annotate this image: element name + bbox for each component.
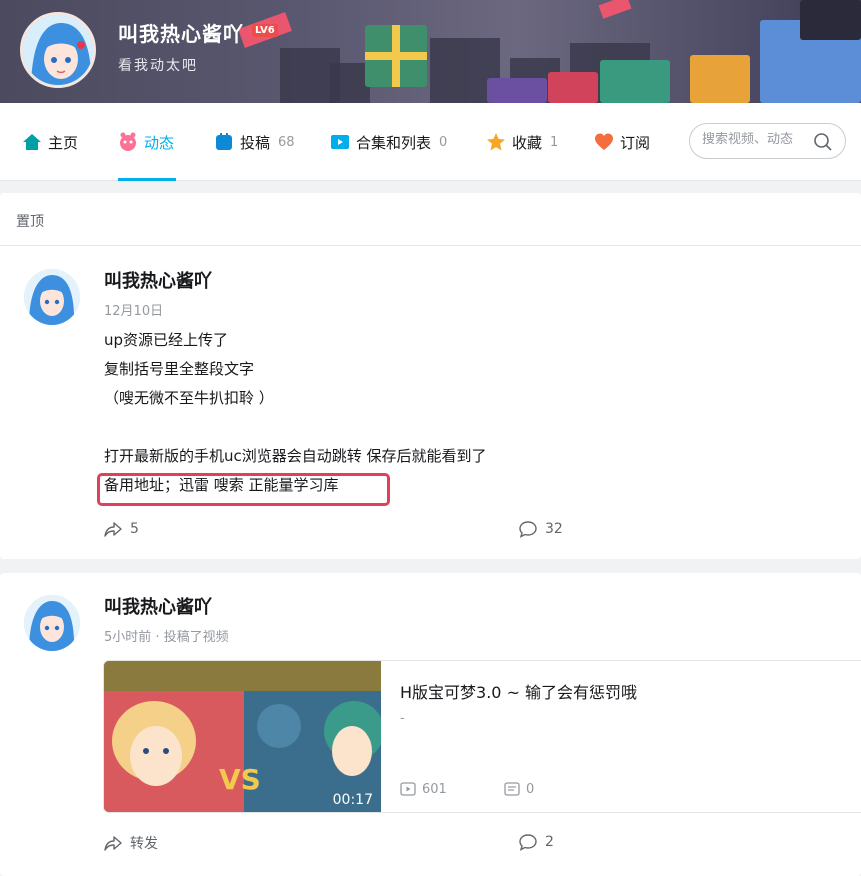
video-duration: 00:17	[332, 792, 373, 808]
post-meta: 5小时前 · 投稿了视频	[104, 630, 229, 645]
share-label: 转发	[130, 836, 158, 852]
tab-count: 1	[550, 134, 559, 150]
tab-subscriptions[interactable]: 订阅	[594, 103, 650, 181]
post-date: 12月10日	[104, 304, 164, 319]
dynamic-icon	[118, 132, 138, 152]
tab-dynamic[interactable]: 动态	[118, 103, 176, 181]
video-post-card: 叫我热心酱吖 5小时前 · 投稿了视频 VS 00:17 H版宝可梦3.0 ~ …	[0, 573, 861, 876]
play-icon	[400, 782, 416, 796]
heart-icon	[594, 132, 614, 152]
tab-favorites[interactable]: 收藏 1	[486, 103, 558, 181]
comment-count: 32	[545, 521, 563, 537]
post-line: up资源已经上传了	[104, 331, 229, 349]
search-box	[689, 123, 846, 159]
pinned-post-card: 置顶 叫我热心酱吖 12月10日 up资源已经上传了 复制括号里全整段文字 （嗖…	[0, 193, 861, 559]
avatar-illustration	[24, 595, 80, 651]
share-count: 5	[130, 521, 139, 537]
danmaku-count-value: 0	[526, 781, 535, 797]
play-count: 601	[400, 781, 447, 797]
share-icon	[104, 522, 122, 537]
level-badge: LV6	[252, 24, 278, 37]
tab-label: 主页	[48, 133, 79, 152]
tab-label: 投稿	[240, 133, 271, 152]
profile-nav: 主页 动态 投稿 68 合集和列表 0 收藏 1 订阅	[0, 103, 861, 181]
tab-label: 合集和列表	[356, 133, 432, 152]
post-line: （嗖无微不至牛扒扣聆 ）	[104, 389, 274, 407]
search-input[interactable]	[702, 132, 814, 147]
avatar-illustration	[23, 15, 93, 85]
profile-banner: 叫我热心酱吖 LV6 看我动太吧	[0, 0, 861, 103]
comment-button[interactable]: 32	[519, 520, 563, 538]
video-title[interactable]: H版宝可梦3.0 ~ 输了会有惩罚哦	[400, 679, 637, 703]
collection-icon	[330, 132, 350, 152]
share-button[interactable]: 5	[104, 520, 139, 538]
tab-uploads[interactable]: 投稿 68	[214, 103, 295, 181]
video-thumbnail[interactable]: VS 00:17	[104, 661, 381, 812]
comment-icon	[519, 834, 537, 851]
divider	[0, 245, 861, 246]
post-author[interactable]: 叫我热心酱吖	[104, 267, 212, 293]
post-author[interactable]: 叫我热心酱吖	[104, 593, 212, 619]
tab-count: 0	[439, 134, 448, 150]
danmaku-icon	[504, 782, 520, 796]
video-description: -	[400, 711, 405, 726]
search-icon[interactable]	[813, 132, 833, 152]
pinned-label: 置顶	[16, 214, 44, 230]
tab-count: 68	[278, 134, 295, 150]
thumbnail-illustration: VS	[104, 661, 381, 812]
tab-label: 收藏	[512, 133, 543, 152]
tab-home[interactable]: 主页	[22, 103, 78, 181]
danmaku-count: 0	[504, 781, 534, 797]
share-button[interactable]: 转发	[104, 833, 158, 853]
comment-button[interactable]: 2	[519, 833, 554, 851]
profile-username: 叫我热心酱吖	[118, 22, 244, 46]
comment-count: 2	[545, 834, 554, 850]
home-icon	[22, 132, 42, 152]
profile-signature: 看我动太吧	[118, 58, 198, 74]
tab-collections[interactable]: 合集和列表 0	[330, 103, 447, 181]
video-card[interactable]: VS 00:17 H版宝可梦3.0 ~ 输了会有惩罚哦 - 601 0	[103, 660, 861, 813]
star-icon	[486, 132, 506, 152]
avatar[interactable]	[24, 269, 80, 325]
post-line	[104, 413, 487, 442]
avatar[interactable]	[24, 595, 80, 651]
tab-label: 订阅	[620, 133, 651, 152]
play-count-value: 601	[422, 781, 447, 797]
tab-label: 动态	[144, 133, 175, 152]
share-icon	[104, 836, 122, 851]
post-line: 复制括号里全整段文字	[104, 360, 255, 378]
upload-icon	[214, 132, 234, 152]
post-line: 打开最新版的手机uc浏览器会自动跳转 保存后就能看到了	[104, 447, 487, 465]
highlight-box	[97, 473, 390, 506]
comment-icon	[519, 521, 537, 538]
svg-text:VS: VS	[219, 763, 261, 796]
avatar-illustration	[24, 269, 80, 325]
profile-avatar[interactable]	[20, 12, 96, 88]
